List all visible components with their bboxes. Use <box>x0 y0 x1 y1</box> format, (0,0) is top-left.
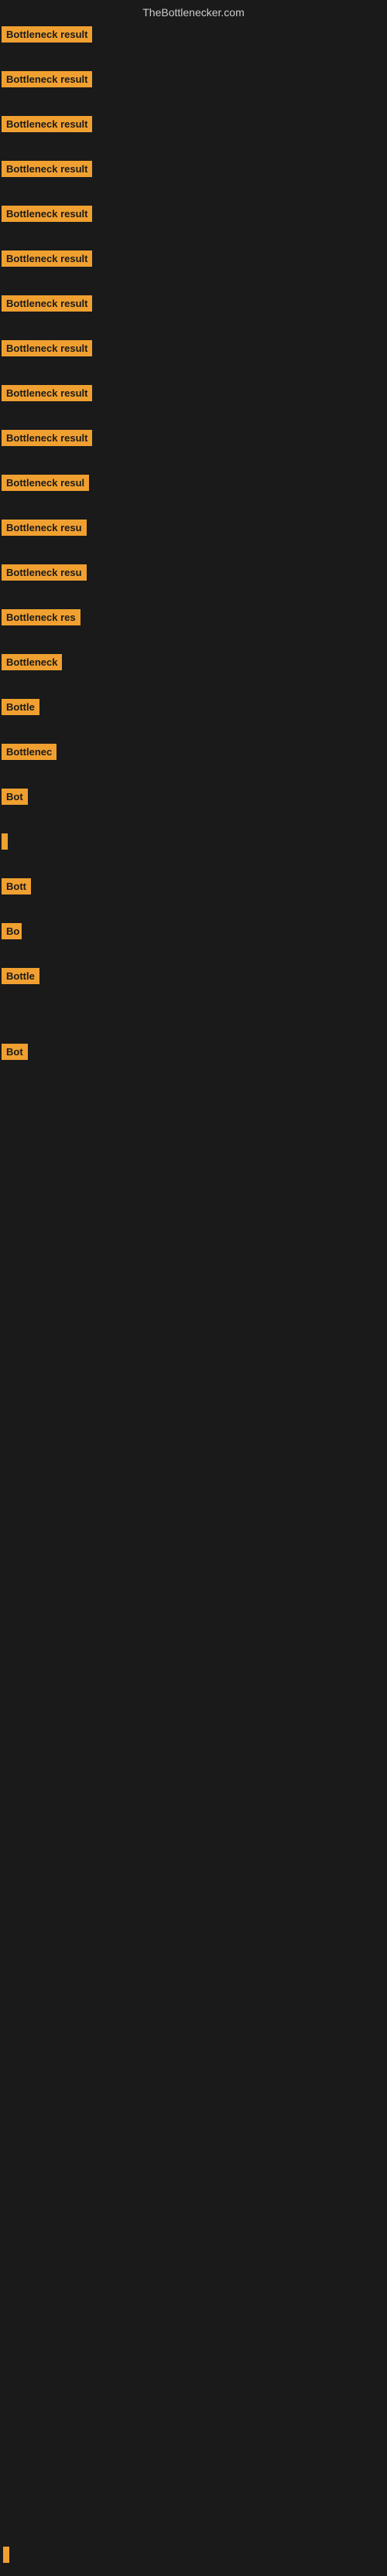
bottleneck-badge-13[interactable]: Bottleneck resu <box>2 564 87 581</box>
bottleneck-item-8: Bottleneck result <box>0 336 387 365</box>
bottleneck-item-1: Bottleneck result <box>0 22 387 51</box>
bottleneck-item-10: Bottleneck result <box>0 425 387 455</box>
bottleneck-badge-15[interactable]: Bottleneck <box>2 654 62 670</box>
bottleneck-item-13: Bottleneck resu <box>0 560 387 589</box>
bottleneck-badge-14[interactable]: Bottleneck res <box>2 609 80 625</box>
site-title: TheBottlenecker.com <box>0 0 387 22</box>
bottleneck-badge-2[interactable]: Bottleneck result <box>2 71 92 87</box>
bottleneck-badge-12[interactable]: Bottleneck resu <box>2 520 87 536</box>
bottleneck-badge-18[interactable]: Bot <box>2 789 28 805</box>
bottleneck-badge-4[interactable]: Bottleneck result <box>2 161 92 177</box>
bottleneck-item-15: Bottleneck <box>0 649 387 679</box>
bottleneck-item-22: Bottle <box>0 963 387 993</box>
bottleneck-badge-22[interactable]: Bottle <box>2 968 39 984</box>
bottleneck-item-6: Bottleneck result <box>0 246 387 275</box>
bottleneck-badge-23[interactable]: Bot <box>2 1044 28 1060</box>
bottleneck-item-20: Bott <box>0 874 387 903</box>
bottleneck-badge-1[interactable]: Bottleneck result <box>2 26 92 43</box>
bottleneck-badge-5[interactable]: Bottleneck result <box>2 206 92 222</box>
bottleneck-item-14: Bottleneck res <box>0 605 387 634</box>
bottleneck-item-17: Bottlenec <box>0 739 387 768</box>
bottleneck-badge-11[interactable]: Bottleneck resul <box>2 475 89 491</box>
bottleneck-item-7: Bottleneck result <box>0 291 387 320</box>
bottleneck-badge-10[interactable]: Bottleneck result <box>2 430 92 446</box>
bottleneck-badge-21[interactable]: Bo <box>2 923 22 939</box>
bottleneck-badge-6[interactable]: Bottleneck result <box>2 250 92 267</box>
bottleneck-item-21: Bo <box>0 918 387 948</box>
bottleneck-badge-3[interactable]: Bottleneck result <box>2 116 92 132</box>
bottleneck-item-9: Bottleneck result <box>0 380 387 410</box>
bottleneck-badge-19[interactable] <box>2 833 8 850</box>
bottleneck-item-4: Bottleneck result <box>0 156 387 186</box>
cursor-area <box>0 2537 387 2576</box>
bottleneck-item-11: Bottleneck resul <box>0 470 387 499</box>
bottleneck-item-12: Bottleneck resu <box>0 515 387 544</box>
bottleneck-item-16: Bottle <box>0 694 387 724</box>
bottleneck-badge-7[interactable]: Bottleneck result <box>2 295 92 312</box>
bottleneck-item-19 <box>0 829 387 858</box>
bottleneck-item-2: Bottleneck result <box>0 66 387 96</box>
bottleneck-badge-16[interactable]: Bottle <box>2 699 39 715</box>
cursor-badge[interactable] <box>3 2547 9 2563</box>
bottleneck-item-3: Bottleneck result <box>0 111 387 141</box>
bottleneck-item-23: Bot <box>0 1039 387 1068</box>
bottleneck-badge-8[interactable]: Bottleneck result <box>2 340 92 356</box>
bottleneck-badge-20[interactable]: Bott <box>2 878 31 894</box>
bottleneck-badge-17[interactable]: Bottlenec <box>2 744 57 760</box>
bottleneck-item-5: Bottleneck result <box>0 201 387 230</box>
bottleneck-badge-9[interactable]: Bottleneck result <box>2 385 92 401</box>
bottleneck-item-18: Bot <box>0 784 387 813</box>
page-container: TheBottlenecker.com Bottleneck result Bo… <box>0 0 387 2576</box>
